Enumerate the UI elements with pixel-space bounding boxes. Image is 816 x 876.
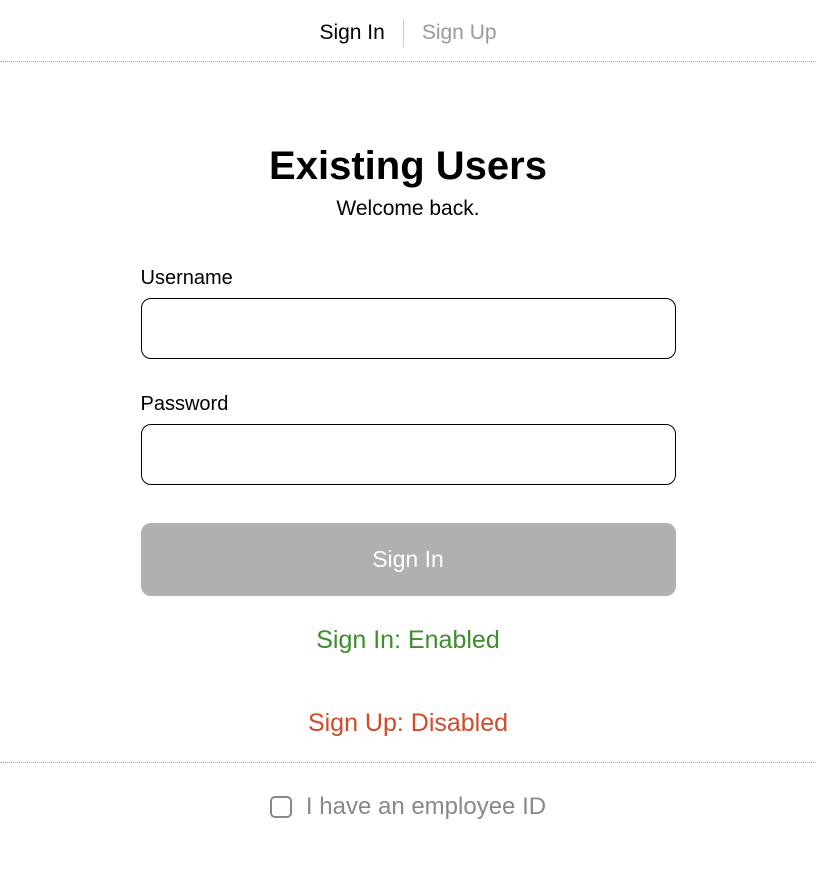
employee-label: I have an employee ID: [306, 793, 546, 821]
tab-bar: Sign In Sign Up: [0, 0, 816, 62]
tab-signin[interactable]: Sign In: [301, 18, 402, 47]
tab-signup[interactable]: Sign Up: [404, 18, 515, 47]
password-label: Password: [141, 393, 676, 416]
username-label: Username: [141, 267, 676, 290]
form-title: Existing Users: [0, 144, 816, 189]
employee-checkbox[interactable]: [270, 796, 292, 818]
signup-status: Sign Up: Disabled: [141, 709, 676, 738]
signin-form: Existing Users Welcome back. Username Pa…: [0, 62, 816, 738]
signin-button[interactable]: Sign In: [141, 523, 676, 596]
signin-status: Sign In: Enabled: [141, 626, 676, 655]
password-input[interactable]: [141, 424, 676, 485]
username-input[interactable]: [141, 298, 676, 359]
form-subtitle: Welcome back.: [0, 197, 816, 221]
employee-row: I have an employee ID: [0, 763, 816, 821]
